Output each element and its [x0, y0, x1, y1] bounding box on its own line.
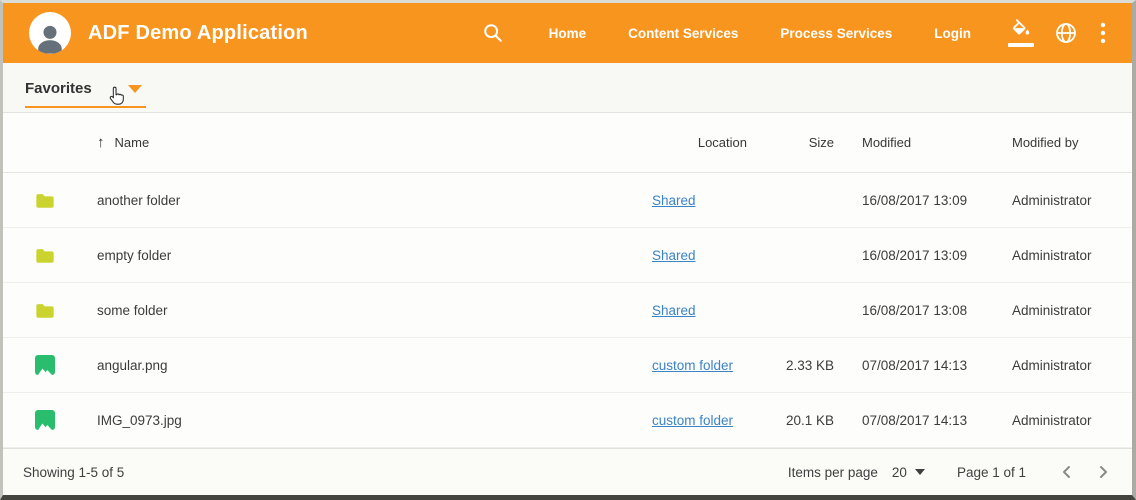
pagination-bar: Showing 1-5 of 5 Items per page 20 Page …	[3, 448, 1132, 495]
search-icon	[482, 22, 504, 44]
tab-favorites-label: Favorites	[25, 80, 92, 97]
app-header: ADF Demo Application Home Content Servic…	[3, 3, 1132, 63]
location-link[interactable]: Shared	[652, 248, 696, 263]
previous-page-button[interactable]	[1056, 461, 1078, 483]
more-options-button[interactable]	[1100, 21, 1106, 45]
modified-date: 16/08/2017 13:09	[862, 193, 979, 208]
chevron-right-icon	[1096, 465, 1110, 479]
modified-by: Administrator	[1012, 413, 1108, 428]
dropdown-caret-icon	[915, 469, 925, 475]
column-header-location[interactable]: Location	[652, 135, 747, 150]
next-page-button[interactable]	[1092, 461, 1114, 483]
items-per-page-value: 20	[892, 465, 907, 480]
column-header-size[interactable]: Size	[747, 135, 834, 150]
format-color-fill-icon	[1010, 19, 1032, 41]
table-row[interactable]: another folder Shared 16/08/2017 13:09 A…	[3, 173, 1132, 228]
table-row[interactable]: some folder Shared 16/08/2017 13:08 Admi…	[3, 283, 1132, 338]
modified-date: 07/08/2017 14:13	[862, 358, 979, 373]
avatar[interactable]	[29, 12, 71, 54]
file-size: 2.33 KB	[747, 358, 834, 373]
tab-favorites[interactable]: Favorites	[25, 80, 146, 108]
folder-icon	[35, 192, 55, 209]
chevron-left-icon	[1060, 465, 1074, 479]
location-link[interactable]: custom folder	[652, 358, 733, 373]
modified-date: 16/08/2017 13:09	[862, 248, 979, 263]
kebab-menu-icon	[1100, 21, 1106, 45]
table-row[interactable]: empty folder Shared 16/08/2017 13:09 Adm…	[3, 228, 1132, 283]
nav-home[interactable]: Home	[528, 26, 608, 41]
file-size: 20.1 KB	[747, 413, 834, 428]
image-file-icon	[35, 410, 55, 430]
file-name: another folder	[97, 193, 631, 208]
modified-by: Administrator	[1012, 248, 1108, 263]
app-title: ADF Demo Application	[88, 22, 308, 45]
file-name: angular.png	[97, 358, 631, 373]
view-tab-bar: Favorites	[3, 63, 1132, 113]
table-row[interactable]: angular.png custom folder 2.33 KB 07/08/…	[3, 338, 1132, 393]
location-link[interactable]: Shared	[652, 303, 696, 318]
column-header-name[interactable]: ↑ Name	[97, 134, 631, 151]
modified-date: 07/08/2017 14:13	[862, 413, 979, 428]
file-name: some folder	[97, 303, 631, 318]
app-window: ADF Demo Application Home Content Servic…	[0, 0, 1136, 500]
column-header-name-label: Name	[115, 135, 150, 150]
color-bar	[1008, 43, 1034, 47]
items-per-page-select[interactable]: 20	[892, 465, 925, 480]
modified-date: 16/08/2017 13:08	[862, 303, 979, 318]
language-button[interactable]	[1054, 21, 1078, 45]
table-row[interactable]: IMG_0973.jpg custom folder 20.1 KB 07/08…	[3, 393, 1132, 448]
nav-process-services[interactable]: Process Services	[759, 26, 913, 41]
items-per-page-label: Items per page	[788, 465, 878, 480]
search-button[interactable]	[482, 22, 504, 44]
theme-picker-button[interactable]	[1008, 19, 1034, 47]
page-indicator-label: Page 1 of 1	[957, 465, 1026, 480]
modified-by: Administrator	[1012, 303, 1108, 318]
folder-icon	[35, 247, 55, 264]
folder-icon	[35, 302, 55, 319]
column-header-modified[interactable]: Modified	[862, 135, 979, 150]
file-name: empty folder	[97, 248, 631, 263]
dropdown-caret-icon	[128, 85, 142, 93]
globe-icon	[1054, 21, 1078, 45]
showing-count-label: Showing 1-5 of 5	[23, 465, 124, 480]
table-header-row: ↑ Name Location Size Modified Modified b…	[3, 113, 1132, 173]
column-header-modified-by[interactable]: Modified by	[1012, 135, 1108, 150]
file-name: IMG_0973.jpg	[97, 413, 631, 428]
location-link[interactable]: Shared	[652, 193, 696, 208]
documents-table: ↑ Name Location Size Modified Modified b…	[3, 113, 1132, 495]
nav-content-services[interactable]: Content Services	[607, 26, 759, 41]
sort-ascending-icon: ↑	[97, 134, 105, 151]
nav-login[interactable]: Login	[913, 26, 992, 41]
location-link[interactable]: custom folder	[652, 413, 733, 428]
image-file-icon	[35, 355, 55, 375]
modified-by: Administrator	[1012, 358, 1108, 373]
person-icon	[33, 22, 67, 54]
modified-by: Administrator	[1012, 193, 1108, 208]
